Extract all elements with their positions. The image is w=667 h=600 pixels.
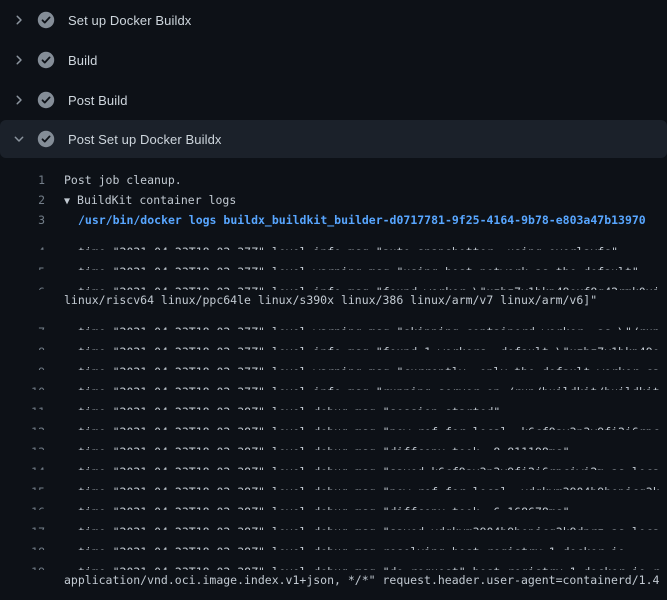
log-line: 16 time="2021-04-23T18:02:38Z" level=deb…: [0, 490, 667, 510]
log-line: application/vnd.oci.image.index.v1+json,…: [0, 570, 667, 590]
step-label: Build: [68, 53, 97, 68]
log-line: 6 time="2021-04-23T18:02:37Z" level=info…: [0, 270, 667, 290]
line-number[interactable]: 7: [0, 322, 45, 330]
steps-list: Set up Docker Buildx Build Post Build Po…: [0, 0, 667, 158]
step-header-set-up-docker-buildx[interactable]: Set up Docker Buildx: [0, 0, 667, 40]
line-number[interactable]: 18: [0, 542, 45, 550]
log-line: 5 time="2021-04-23T18:02:37Z" level=warn…: [0, 250, 667, 270]
log-line: 12 time="2021-04-23T18:02:38Z" level=deb…: [0, 410, 667, 430]
log-text: time="2021-04-23T18:02:38Z" level=debug …: [45, 402, 500, 410]
chevron-right-icon[interactable]: [11, 52, 27, 68]
log-line: 18 time="2021-04-23T18:02:38Z" level=deb…: [0, 530, 667, 550]
line-number[interactable]: 9: [0, 362, 45, 370]
line-number[interactable]: 13: [0, 442, 45, 450]
check-circle-icon: [37, 91, 55, 109]
log-text: linux/riscv64 linux/ppc64le linux/s390x …: [45, 290, 597, 310]
line-number[interactable]: 10: [0, 382, 45, 390]
log-area: 1 Post job cleanup. 2 ▼BuildKit containe…: [0, 158, 667, 600]
chevron-right-icon[interactable]: [11, 92, 27, 108]
line-number[interactable]: 2: [0, 190, 45, 210]
line-number[interactable]: [0, 290, 45, 310]
log-text: application/vnd.oci.image.index.v1+json,…: [45, 570, 659, 590]
line-number[interactable]: 3: [0, 210, 45, 230]
log-text: Post job cleanup.: [45, 170, 182, 190]
step-label: Set up Docker Buildx: [68, 13, 191, 28]
log-line: 1 Post job cleanup.: [0, 170, 667, 190]
log-text: time="2021-04-23T18:02:37Z" level=info m…: [45, 282, 660, 290]
step-header-post-build[interactable]: Post Build: [0, 80, 667, 120]
log-text: time="2021-04-23T18:02:38Z" level=debug …: [45, 442, 570, 450]
log-line: 4 time="2021-04-23T18:02:37Z" level=info…: [0, 230, 667, 250]
line-number[interactable]: 5: [0, 262, 45, 270]
line-number[interactable]: 4: [0, 242, 45, 250]
log-line: 15 time="2021-04-23T18:02:38Z" level=deb…: [0, 470, 667, 490]
log-line: 8 time="2021-04-23T18:02:37Z" level=info…: [0, 330, 667, 350]
log-line: 17 time="2021-04-23T18:02:38Z" level=deb…: [0, 510, 667, 530]
log-line: 11 time="2021-04-23T18:02:38Z" level=deb…: [0, 390, 667, 410]
log-text: time="2021-04-23T18:02:38Z" level=debug …: [45, 502, 570, 510]
log-text: ▼BuildKit container logs: [45, 190, 236, 210]
line-number[interactable]: 19: [0, 562, 45, 570]
check-circle-icon: [37, 11, 55, 29]
line-number[interactable]: 1: [0, 170, 45, 190]
group-triangle-icon[interactable]: ▼: [64, 196, 70, 207]
log-line: 20 time="2021-04-23T18:02:38Z" level=deb…: [0, 590, 667, 600]
log-text: time="2021-04-23T18:02:37Z" level=info m…: [45, 242, 618, 250]
line-number[interactable]: 12: [0, 422, 45, 430]
step-label: Post Build: [68, 93, 128, 108]
log-text: time="2021-04-23T18:02:37Z" level=warnin…: [45, 262, 639, 270]
log-text: time="2021-04-23T18:02:38Z" level=debug …: [45, 422, 660, 430]
chevron-right-icon[interactable]: [11, 12, 27, 28]
log-line: 9 time="2021-04-23T18:02:37Z" level=warn…: [0, 350, 667, 370]
log-text: time="2021-04-23T18:02:38Z" level=debug …: [45, 542, 625, 550]
step-header-post-set-up-docker-buildx[interactable]: Post Set up Docker Buildx: [0, 120, 667, 158]
log-text: time="2021-04-23T18:02:37Z" level=warnin…: [45, 322, 660, 330]
log-line: 14 time="2021-04-23T18:02:38Z" level=deb…: [0, 450, 667, 470]
log-text: time="2021-04-23T18:02:37Z" level=warnin…: [45, 362, 660, 370]
log-line: 10 time="2021-04-23T18:02:37Z" level=inf…: [0, 370, 667, 390]
log-text: time="2021-04-23T18:02:37Z" level=info m…: [45, 342, 660, 350]
log-line: 13 time="2021-04-23T18:02:38Z" level=deb…: [0, 430, 667, 450]
log-line: 7 time="2021-04-23T18:02:37Z" level=warn…: [0, 310, 667, 330]
line-number[interactable]: 16: [0, 502, 45, 510]
log-line: 2 ▼BuildKit container logs: [0, 190, 667, 210]
step-header-build[interactable]: Build: [0, 40, 667, 80]
check-circle-icon: [37, 51, 55, 69]
log-text: time="2021-04-23T18:02:37Z" level=info m…: [45, 382, 660, 390]
log-text: /usr/bin/docker logs buildx_buildkit_bui…: [45, 210, 646, 230]
log-line: linux/riscv64 linux/ppc64le linux/s390x …: [0, 290, 667, 310]
line-number[interactable]: 11: [0, 402, 45, 410]
log-text: time="2021-04-23T18:02:38Z" level=debug …: [45, 562, 660, 570]
line-number[interactable]: [0, 570, 45, 590]
step-label: Post Set up Docker Buildx: [68, 132, 222, 147]
line-number[interactable]: 14: [0, 462, 45, 470]
log-text: time="2021-04-23T18:02:38Z" level=debug …: [45, 522, 660, 530]
line-number[interactable]: 6: [0, 282, 45, 290]
log-line: 19 time="2021-04-23T18:02:38Z" level=deb…: [0, 550, 667, 570]
chevron-down-icon[interactable]: [11, 131, 27, 147]
line-number[interactable]: 8: [0, 342, 45, 350]
log-text: time="2021-04-23T18:02:38Z" level=debug …: [45, 462, 660, 470]
line-number[interactable]: 15: [0, 482, 45, 490]
log-text: time="2021-04-23T18:02:38Z" level=debug …: [45, 482, 660, 490]
log-line: 3 /usr/bin/docker logs buildx_buildkit_b…: [0, 210, 667, 230]
line-number[interactable]: 17: [0, 522, 45, 530]
check-circle-icon: [37, 130, 55, 148]
